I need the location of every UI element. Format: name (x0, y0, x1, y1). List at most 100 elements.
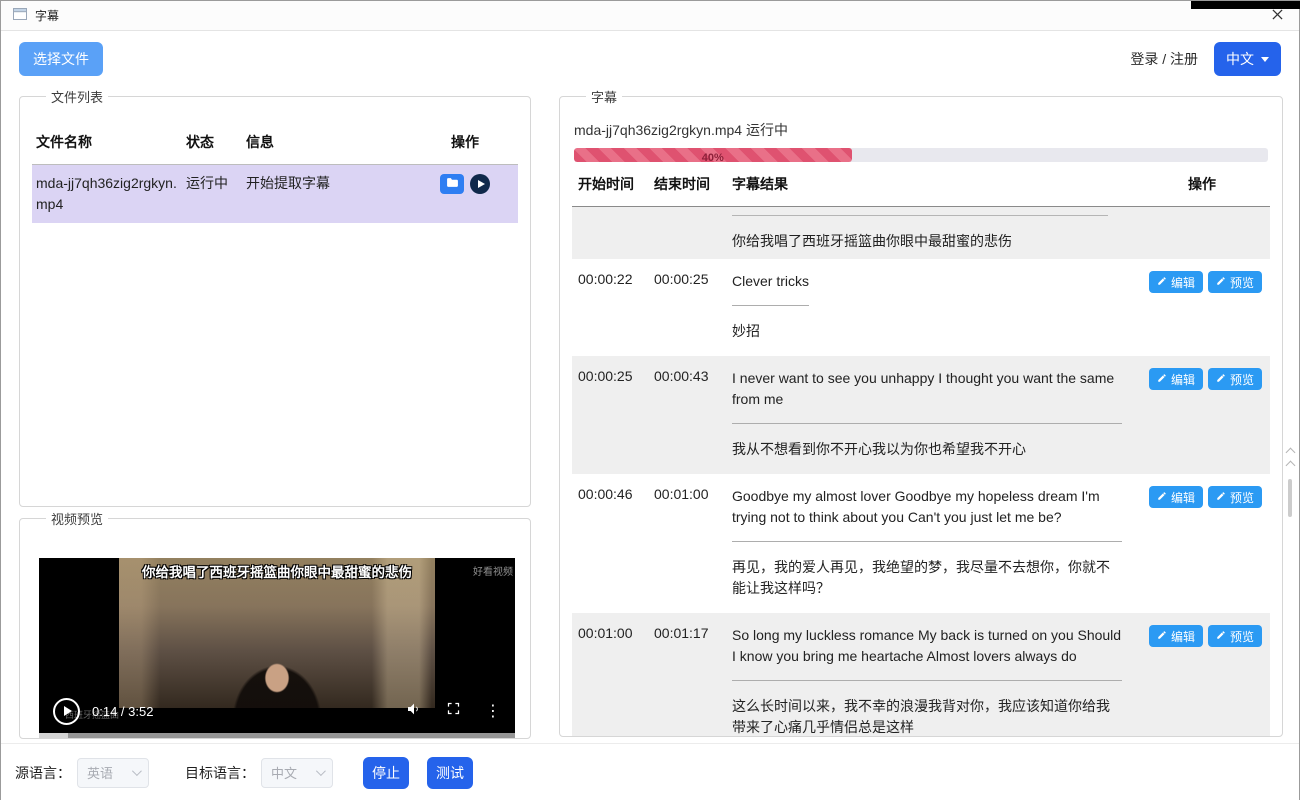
preview-button[interactable]: 预览 (1208, 368, 1262, 390)
pencil-icon (1157, 275, 1167, 289)
fullscreen-icon[interactable] (446, 701, 461, 721)
subtitle-chinese: 再见，我的爱人再见，我绝望的梦，我尽量不去想你，你就不能让我这样吗？ (732, 557, 1122, 599)
start-time: 00:01:00 (578, 625, 654, 641)
end-time: 00:00:43 (654, 368, 732, 384)
pencil-icon (1216, 629, 1226, 643)
chevron-up-icon (1285, 448, 1295, 458)
file-name: mda-jj7qh36zig2rgkyn.mp4 (32, 165, 182, 223)
subtitle-english: I never want to see you unhappy I though… (732, 368, 1122, 424)
edit-button[interactable]: 编辑 (1149, 368, 1203, 390)
subtitle-row: 00:00:25 00:00:43 I never want to see yo… (572, 356, 1270, 474)
start-time: 00:00:25 (578, 368, 654, 384)
progress-fill: 40% (574, 148, 852, 162)
video-time-display: 0:14 / 3:52 (92, 704, 153, 719)
preview-button[interactable]: 预览 (1208, 271, 1262, 293)
login-register-link[interactable]: 登录 / 注册 (1130, 49, 1198, 69)
play-icon (478, 180, 485, 188)
progress-bar: 40% (574, 148, 1268, 162)
video-preview-legend: 视频预览 (46, 509, 108, 528)
end-time: 00:00:25 (654, 271, 732, 287)
start-time: 00:00:22 (578, 271, 654, 287)
subtitle-chinese: 你给我唱了西班牙摇篮曲你眼中最甜蜜的悲伤 (732, 231, 1122, 252)
video-play-button[interactable] (53, 698, 80, 725)
end-time: 00:01:00 (654, 486, 732, 502)
col-info: 信息 (242, 120, 412, 164)
col-actions: 操作 (1188, 174, 1216, 194)
chevron-up-icon (1285, 461, 1295, 471)
subtitle-english: Goodbye my almost lover Goodbye my hopel… (732, 486, 1122, 542)
file-info: 开始提取字幕 (242, 165, 412, 223)
subtitle-chinese: 妙招 (732, 321, 1122, 342)
col-end-time: 结束时间 (654, 174, 732, 194)
subtitle-row: 00:01:00 00:01:17 So long my luckless ro… (572, 613, 1270, 737)
subtitle-english: So long my luckless romance My back is t… (732, 625, 1122, 681)
video-preview-panel: 视频预览 你给我唱了西班牙摇篮曲你眼中最甜蜜的悲伤 好看视频 西班牙摇篮曲 0:… (19, 509, 531, 739)
toolbar: 选择文件 登录 / 注册 中文 (1, 41, 1299, 77)
text-divider (732, 215, 1108, 216)
target-language-select[interactable]: 中文 (261, 758, 333, 788)
subtitle-chinese: 这么长时间以来，我不幸的浪漫我背对你，我应该知道你给我带来了心痛几乎情侣总是这样 (732, 696, 1122, 737)
pencil-icon (1157, 490, 1167, 504)
language-dropdown-button[interactable]: 中文 (1214, 42, 1281, 76)
test-button[interactable]: 测试 (427, 757, 473, 789)
pencil-icon (1216, 372, 1226, 386)
footer-bar: 源语言： 英语 目标语言： 中文 停止 测试 (1, 743, 1299, 800)
file-status: 运行中 (182, 165, 242, 223)
col-file-name: 文件名称 (32, 120, 182, 164)
video-player[interactable]: 你给我唱了西班牙摇篮曲你眼中最甜蜜的悲伤 好看视频 西班牙摇篮曲 0:14 / … (39, 558, 515, 738)
stop-button[interactable]: 停止 (363, 757, 409, 789)
file-list-panel: 文件列表 文件名称 状态 信息 操作 mda-jj7qh36zig2rgkyn.… (19, 87, 531, 507)
subtitle-chinese: 我从不想看到你不开心我以为你也希望我不开心 (732, 439, 1122, 460)
subtitle-row: 00:00:46 00:01:00 Goodbye my almost love… (572, 474, 1270, 613)
video-subtitle-overlay: 你给我唱了西班牙摇篮曲你眼中最甜蜜的悲伤 (39, 561, 515, 581)
window-title: 字幕 (35, 7, 59, 24)
edit-button[interactable]: 编辑 (1149, 486, 1203, 508)
app-window: 字幕 选择文件 登录 / 注册 中文 文件列表 文件名称 状态 信息 操作 md… (0, 0, 1300, 800)
video-seekbar[interactable] (39, 733, 515, 738)
subtitle-row: 你给我唱了西班牙摇篮曲你眼中最甜蜜的悲伤 (572, 207, 1270, 259)
end-time: 00:01:17 (654, 625, 732, 641)
subtitles-file-status: mda-jj7qh36zig2rgkyn.mp4 运行中 (574, 120, 1268, 140)
progress-label: 40% (702, 152, 724, 162)
chevron-down-icon (1261, 57, 1269, 62)
preview-button[interactable]: 预览 (1208, 486, 1262, 508)
subtitles-table-header: 开始时间 结束时间 字幕结果 操作 (572, 162, 1270, 207)
chevron-down-icon (316, 766, 326, 776)
edit-button[interactable]: 编辑 (1149, 625, 1203, 647)
col-status: 状态 (182, 120, 242, 164)
source-language-label: 源语言： (15, 763, 71, 783)
more-options-icon[interactable]: ⋮ (485, 701, 501, 721)
edit-button[interactable]: 编辑 (1149, 271, 1203, 293)
col-start-time: 开始时间 (578, 174, 654, 194)
folder-icon (446, 176, 459, 192)
app-icon (13, 7, 27, 25)
file-list-legend: 文件列表 (46, 87, 108, 106)
play-video-button[interactable] (470, 174, 490, 194)
play-icon (64, 706, 72, 716)
screen-artifact (1191, 1, 1300, 9)
pencil-icon (1157, 629, 1167, 643)
col-actions: 操作 (447, 120, 483, 164)
scrollbar-thumb[interactable] (1288, 479, 1292, 517)
pencil-icon (1216, 490, 1226, 504)
pencil-icon (1157, 372, 1167, 386)
subtitle-row: 00:00:22 00:00:25 Clever tricks 妙招 编辑 预览 (572, 259, 1270, 356)
subtitles-panel: 字幕 mda-jj7qh36zig2rgkyn.mp4 运行中 40% 开始时间… (559, 87, 1283, 737)
volume-icon[interactable] (406, 701, 422, 722)
scrollbar[interactable] (1284, 449, 1296, 517)
source-language-select[interactable]: 英语 (77, 758, 149, 788)
select-file-button[interactable]: 选择文件 (19, 42, 103, 76)
preview-button[interactable]: 预览 (1208, 625, 1262, 647)
file-row[interactable]: mda-jj7qh36zig2rgkyn.mp4 运行中 开始提取字幕 (32, 165, 518, 223)
start-time: 00:00:46 (578, 486, 654, 502)
file-table: 文件名称 状态 信息 操作 mda-jj7qh36zig2rgkyn.mp4 运… (32, 120, 518, 223)
file-table-header: 文件名称 状态 信息 操作 (32, 120, 518, 165)
video-controls: 0:14 / 3:52 ⋮ (39, 694, 515, 728)
close-icon (1272, 7, 1283, 25)
chevron-down-icon (132, 766, 142, 776)
subtitles-legend: 字幕 (586, 87, 622, 106)
subtitle-english: Clever tricks (732, 271, 809, 306)
target-language-label: 目标语言： (185, 763, 255, 783)
open-folder-button[interactable] (440, 174, 464, 194)
video-watermark: 好看视频 (473, 563, 513, 578)
